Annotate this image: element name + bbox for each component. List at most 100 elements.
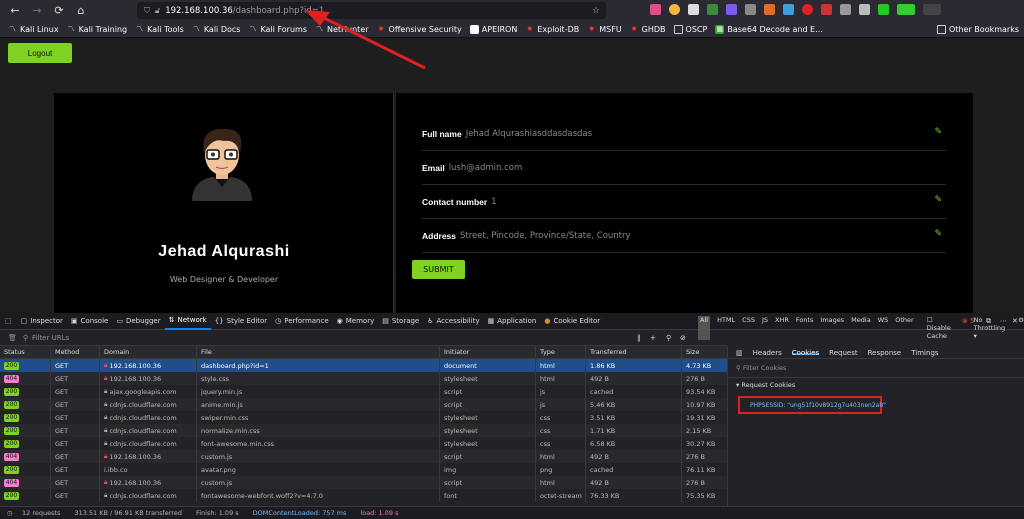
- column-header[interactable]: File: [196, 346, 439, 358]
- extension-icon[interactable]: [802, 4, 813, 15]
- filter-cookies-input[interactable]: ⚲ Filter Cookies: [728, 359, 1024, 378]
- column-header[interactable]: Method: [50, 346, 99, 358]
- tab-headers[interactable]: Headers: [753, 349, 782, 357]
- tab-response[interactable]: Response: [868, 349, 902, 357]
- network-row[interactable]: 200 GET i.ibb.co avatar.png img png cached 76.1…: [0, 463, 727, 476]
- network-row[interactable]: 200 GET 🔒︎ cdnjs.cloudflare.com font-awesome…: [0, 437, 727, 450]
- tab-request[interactable]: Request: [829, 349, 857, 357]
- tab-network[interactable]: ⇅ Network: [164, 313, 211, 330]
- edit-icon[interactable]: ✎: [934, 195, 942, 205]
- bookmark-star-icon[interactable]: ☆: [592, 6, 600, 16]
- back-icon[interactable]: ←: [4, 0, 26, 21]
- extension-icon[interactable]: [897, 4, 915, 15]
- search-icon[interactable]: ⚲: [666, 334, 671, 342]
- column-header[interactable]: Size: [681, 346, 727, 358]
- submit-button[interactable]: SUBMIT: [412, 260, 465, 279]
- settings-icon[interactable]: ⚙: [1018, 316, 1024, 340]
- extension-icon[interactable]: [650, 4, 661, 15]
- type-filter[interactable]: WS: [878, 316, 889, 340]
- extension-icon[interactable]: [745, 4, 756, 15]
- tab-cookie-editor[interactable]: ● Cookie Editor: [540, 313, 604, 330]
- extension-icon[interactable]: [688, 4, 699, 15]
- throttling-select[interactable]: No Throttling ▾: [974, 316, 1006, 340]
- tab-storage[interactable]: ▤ Storage: [378, 313, 423, 330]
- tab-console[interactable]: ▣ Console: [67, 313, 112, 330]
- bookmark-item[interactable]: 〽 Kali Tools: [135, 25, 184, 34]
- network-row[interactable]: 200 GET 🔒︎ cdnjs.cloudflare.com anime.min.js…: [0, 398, 727, 411]
- request-cookies-section[interactable]: ▾ Request Cookies: [728, 378, 1024, 392]
- home-icon[interactable]: ⌂: [70, 0, 92, 21]
- url-bar[interactable]: ⛉ 🔓︎ 192.168.100.36/dashboard.php?id=1 ☆: [137, 2, 606, 19]
- bookmark-item[interactable]: APEIRON: [469, 24, 517, 34]
- extension-icon[interactable]: [840, 4, 851, 15]
- column-header[interactable]: Initiator: [439, 346, 535, 358]
- column-header[interactable]: Domain: [99, 346, 196, 358]
- type-filter[interactable]: Fonts: [796, 316, 814, 340]
- type-filter[interactable]: HTML: [717, 316, 735, 340]
- tab-accessibility[interactable]: ♿︎ Accessibility: [423, 313, 483, 330]
- pick-element-icon[interactable]: ⬚: [0, 313, 17, 330]
- edit-icon[interactable]: ✎: [934, 127, 942, 137]
- column-header[interactable]: Type: [535, 346, 585, 358]
- network-row[interactable]: 404 GET 🔒︎ 192.168.100.36 style.css styleshee…: [0, 372, 727, 385]
- reload-icon[interactable]: ⟳: [48, 0, 70, 21]
- tab-cookies[interactable]: Cookies: [791, 349, 820, 357]
- bookmark-item[interactable]: ▦ Base64 Decode and E...: [715, 24, 823, 34]
- network-row[interactable]: 200 GET 🔒︎ cdnjs.cloudflare.com swiper.min.c…: [0, 411, 727, 424]
- extension-icon[interactable]: [669, 4, 680, 15]
- network-row[interactable]: 200 GET 🔒︎ 192.168.100.36 dashboard.php?id=1…: [0, 359, 727, 372]
- bookmark-item[interactable]: 〽 Kali Training: [67, 25, 128, 34]
- extension-icon[interactable]: [726, 4, 737, 15]
- forward-icon[interactable]: →: [26, 0, 48, 21]
- shield-icon[interactable]: ⛉: [144, 6, 150, 16]
- type-filter[interactable]: JS: [762, 316, 768, 340]
- bookmark-item[interactable]: ✸ Exploit-DB: [525, 25, 579, 34]
- logout-button[interactable]: Logout: [8, 43, 72, 63]
- add-icon[interactable]: +: [650, 334, 656, 342]
- column-header[interactable]: Transferred: [585, 346, 681, 358]
- extension-icon[interactable]: [764, 4, 775, 15]
- bookmark-item[interactable]: 〽 Kali Forums: [248, 25, 307, 34]
- disable-cache-checkbox[interactable]: ☐ Disable Cache: [927, 316, 957, 340]
- type-filter[interactable]: Other: [895, 316, 913, 340]
- cookie-value[interactable]: PHPSESSID: "ung51f10v8912g7u403nen2a8": [750, 402, 886, 409]
- bookmark-item[interactable]: ✸ Offensive Security: [377, 25, 462, 34]
- network-row[interactable]: 404 GET 🔒︎ 192.168.100.36 custom.js script htm…: [0, 450, 727, 463]
- panel-toggle-icon[interactable]: ▥: [736, 349, 743, 357]
- bookmark-folder[interactable]: OSCP: [673, 24, 707, 34]
- type-filter[interactable]: All: [698, 316, 711, 340]
- type-filter[interactable]: Images: [820, 316, 844, 340]
- extension-icon[interactable]: [783, 4, 794, 15]
- extension-icon[interactable]: [859, 4, 870, 15]
- trash-icon[interactable]: 🗑︎: [8, 334, 17, 342]
- extension-icon[interactable]: [707, 4, 718, 15]
- network-row[interactable]: 200 GET 🔒︎ cdnjs.cloudflare.com normalize.mi…: [0, 424, 727, 437]
- pause-icon[interactable]: ‖: [637, 334, 641, 342]
- network-row[interactable]: 200 GET 🔒︎ ajax.googleapis.com jquery.min.js…: [0, 385, 727, 398]
- tab-memory[interactable]: ◉ Memory: [333, 313, 379, 330]
- type-filter[interactable]: CSS: [742, 316, 755, 340]
- bookmark-item[interactable]: 〽 Kali Linux: [8, 25, 59, 34]
- block-icon[interactable]: ⊘: [680, 334, 686, 342]
- network-row[interactable]: 404 GET 🔒︎ 192.168.100.36 custom.js script htm…: [0, 476, 727, 489]
- type-filter[interactable]: Media: [851, 316, 871, 340]
- type-filter[interactable]: XHR: [775, 316, 789, 340]
- extension-icon[interactable]: [878, 4, 889, 15]
- tab-inspector[interactable]: ▢ Inspector: [17, 313, 67, 330]
- extension-icon[interactable]: [821, 4, 832, 15]
- tab-application[interactable]: ▦ Application: [484, 313, 541, 330]
- network-row[interactable]: 200 GET 🔒︎ cdnjs.cloudflare.com fontawesome-…: [0, 489, 727, 502]
- tab-style-editor[interactable]: {} Style Editor: [211, 313, 271, 330]
- tab-debugger[interactable]: ▭ Debugger: [112, 313, 164, 330]
- extension-icon[interactable]: [923, 4, 941, 15]
- bookmark-item[interactable]: 〽 Kali Docs: [192, 25, 241, 34]
- filter-urls-input[interactable]: Filter URLs: [32, 334, 69, 342]
- other-bookmarks[interactable]: Other Bookmarks: [937, 24, 1019, 34]
- bookmark-item[interactable]: ✸ GHDB: [630, 25, 665, 34]
- edit-icon[interactable]: ✎: [934, 229, 942, 239]
- tab-performance[interactable]: ◷ Performance: [271, 313, 332, 330]
- lock-icon[interactable]: 🔓︎: [155, 6, 160, 16]
- bookmark-item[interactable]: ✸ MSFU: [587, 25, 622, 34]
- tab-timings[interactable]: Timings: [911, 349, 938, 357]
- bookmark-item[interactable]: 〽 NetHunter: [315, 25, 369, 34]
